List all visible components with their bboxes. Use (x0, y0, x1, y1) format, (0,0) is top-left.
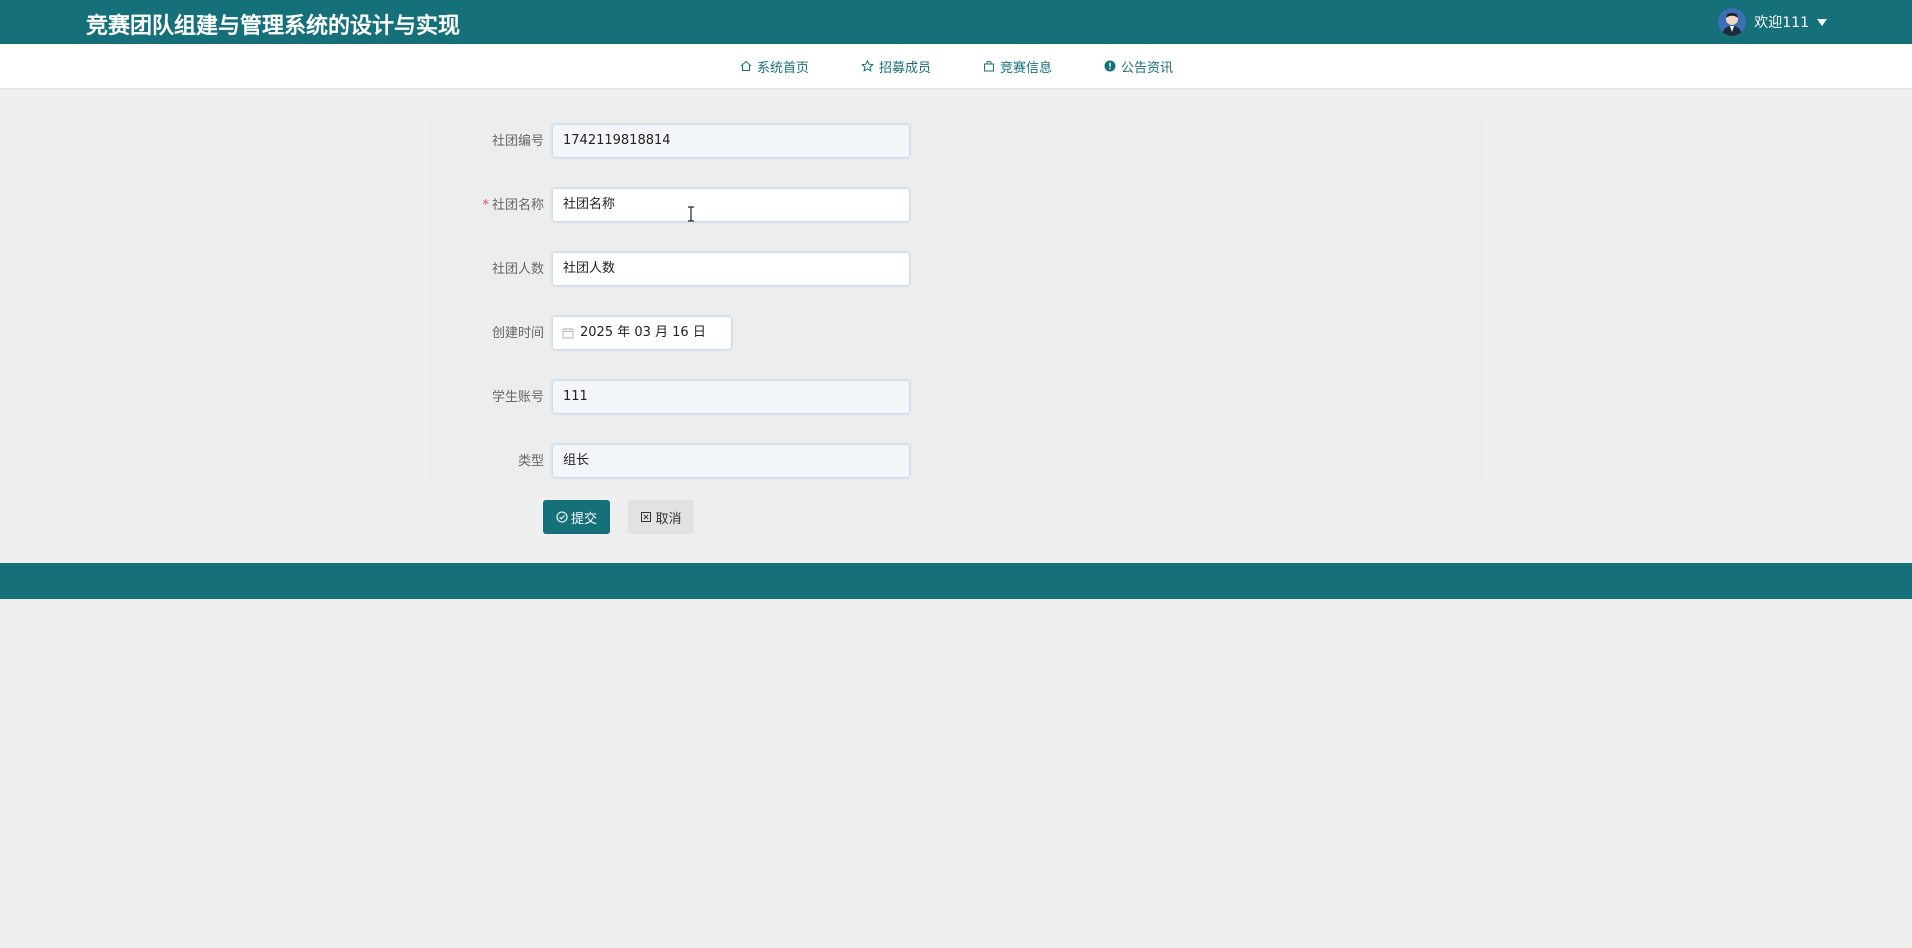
form-row-created-time: 创建时间 2025 年 03 月 16 日 (428, 316, 1484, 370)
field-label: 类型 (517, 454, 544, 469)
close-square-icon (641, 512, 652, 522)
cancel-button[interactable]: 取消 (628, 500, 694, 534)
student-account-field[interactable]: 111 (552, 380, 910, 414)
text-cursor-icon (688, 206, 694, 222)
chevron-down-icon[interactable] (1817, 18, 1827, 26)
type-field[interactable]: 组长 (552, 444, 910, 478)
field-label: 学生账号 (491, 390, 544, 405)
form-row-student-account: 学生账号 111 (428, 380, 1484, 434)
submit-button[interactable]: 提交 (543, 500, 610, 534)
created-date-value[interactable]: 2025 年 03 月 16 日 (580, 317, 706, 349)
nav-item-news[interactable]: 公告资讯 (1104, 57, 1173, 76)
info-circle-icon (1104, 60, 1116, 72)
user-menu[interactable]: 欢迎111 (1718, 6, 1827, 38)
form-row-member-count: 社团人数 社团人数 (428, 252, 1484, 306)
field-label: 创建时间 (491, 326, 544, 341)
site-title: 竞赛团队组建与管理系统的设计与实现 (86, 14, 461, 39)
form-row-club-id: 社团编号 1742119818814 (428, 124, 1484, 178)
submit-label[interactable]: 提交 (571, 508, 597, 527)
welcome-text[interactable]: 欢迎111 (1754, 12, 1809, 32)
shopping-bag-icon (984, 60, 995, 72)
home-icon (740, 60, 752, 71)
nav-item-label[interactable]: 竞赛信息 (1000, 57, 1052, 76)
form-row-club-name: * 社团名称 社团名称 (428, 188, 1484, 242)
nav-item-recruit[interactable]: 招募成员 (861, 57, 931, 76)
footer-bar (0, 563, 1912, 599)
cancel-label[interactable]: 取消 (655, 508, 681, 527)
check-circle-icon (556, 511, 568, 523)
nav-item-label[interactable]: 公告资讯 (1121, 57, 1173, 76)
main-nav: 系统首页 招募成员 竞赛信息 公告资讯 (0, 44, 1912, 88)
club-form: 社团编号 1742119818814 * 社团名称 社团名称 社团人数 社团人数 … (428, 110, 1484, 490)
field-label: 社团编号 (491, 134, 544, 149)
calendar-icon (562, 328, 574, 339)
star-icon (861, 60, 874, 72)
nav-item-home[interactable]: 系统首页 (740, 57, 809, 76)
nav-item-label[interactable]: 系统首页 (757, 57, 809, 76)
member-count-field[interactable]: 社团人数 (552, 252, 910, 286)
field-label-text: 社团名称 (491, 198, 544, 213)
user-avatar[interactable] (1718, 8, 1747, 36)
nav-item-label[interactable]: 招募成员 (879, 57, 931, 76)
field-label: * 社团名称 (428, 188, 544, 224)
top-header-bar: 竞赛团队组建与管理系统的设计与实现 欢迎111 (0, 0, 1912, 44)
created-date-picker[interactable]: 2025 年 03 月 16 日 (552, 316, 732, 350)
required-mark: * (482, 198, 489, 213)
club-name-field[interactable]: 社团名称 (552, 188, 910, 222)
form-row-type: 类型 组长 (428, 444, 1484, 498)
club-id-field[interactable]: 1742119818814 (552, 124, 910, 158)
field-label: 社团人数 (491, 262, 544, 277)
nav-item-competition[interactable]: 竞赛信息 (983, 57, 1052, 76)
